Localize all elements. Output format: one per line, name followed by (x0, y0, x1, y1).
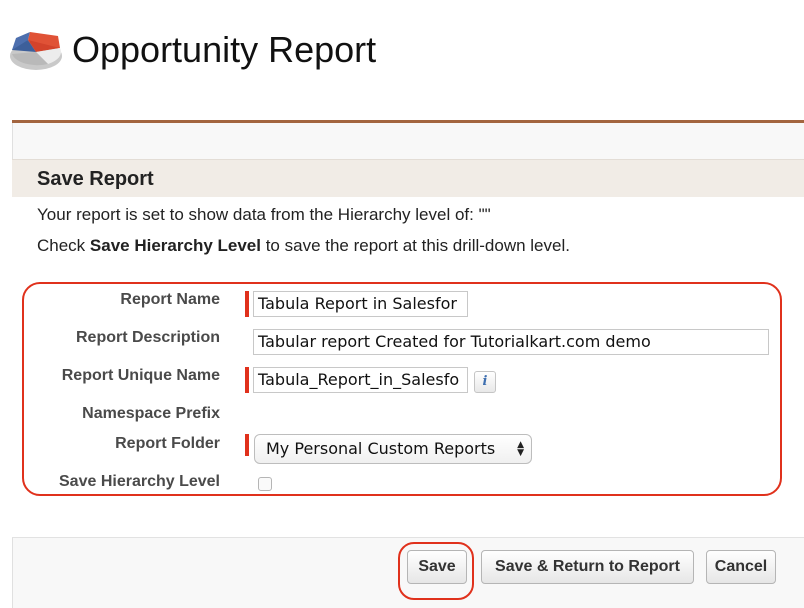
save-and-return-button[interactable]: Save & Return to Report (481, 550, 694, 584)
instruction-bold: Save Hierarchy Level (89, 236, 261, 255)
instruction-prefix: Check (37, 236, 90, 255)
form-fields-highlight (22, 282, 782, 496)
section-title: Save Report (37, 168, 154, 190)
hierarchy-info-text: Your report is set to show data from the… (37, 205, 491, 224)
report-pie-chart-icon (10, 32, 62, 70)
save-button-highlight (398, 542, 474, 600)
hierarchy-instruction-text: Check Save Hierarchy Level to save the r… (37, 236, 570, 256)
page-header: Opportunity Report (0, 0, 804, 110)
cancel-button[interactable]: Cancel (706, 550, 776, 584)
footer-divider (12, 537, 804, 538)
page-title: Opportunity Report (72, 29, 377, 70)
instruction-suffix: to save the report at this drill-down le… (260, 236, 570, 255)
